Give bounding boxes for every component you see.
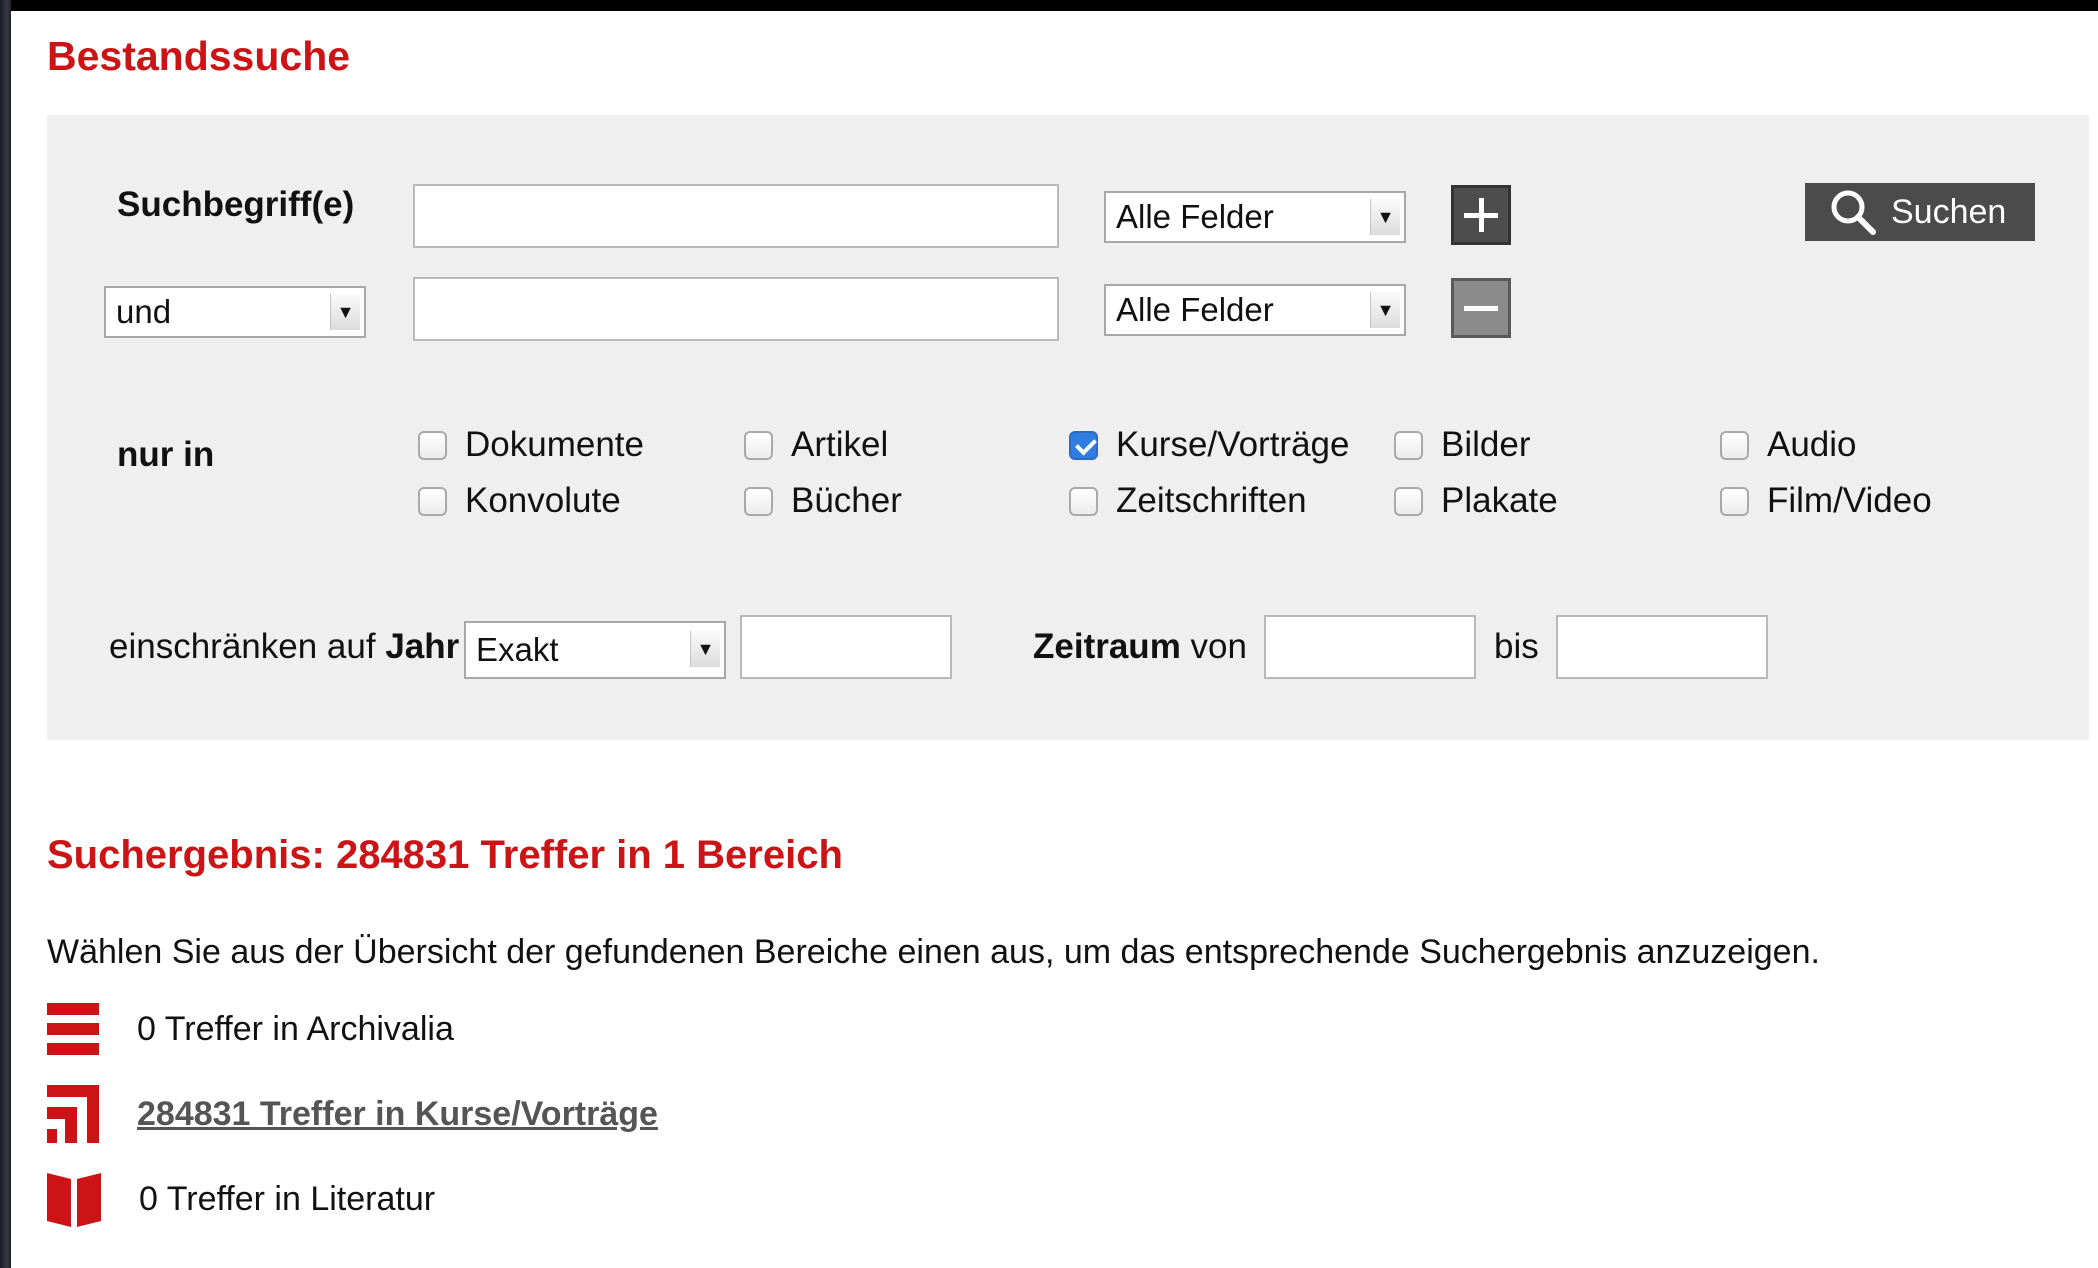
category-artikel[interactable]: Artikel	[744, 425, 888, 465]
results-intro: Wählen Sie aus der Übersicht der gefunde…	[47, 933, 1820, 971]
category-buecher[interactable]: Bücher	[744, 481, 902, 521]
category-label: Bücher	[791, 481, 902, 520]
field-select-2[interactable]: Alle Felder ▼	[1104, 284, 1406, 336]
operator-select-value: und	[116, 293, 172, 330]
book-icon	[47, 1173, 101, 1227]
plus-icon-vertical	[1478, 198, 1484, 232]
range-from-input[interactable]	[1264, 615, 1476, 679]
category-audio[interactable]: Audio	[1720, 425, 1857, 465]
result-area-archivalia: 0 Treffer in Archivalia	[47, 1001, 454, 1057]
field-select-1-value: Alle Felder	[1116, 198, 1274, 235]
year-mode-select[interactable]: Exakt ▼	[464, 621, 726, 679]
result-area-link[interactable]: 284831 Treffer in Kurse/Vorträge	[137, 1095, 658, 1134]
results-title: Suchergebnis: 284831 Treffer in 1 Bereic…	[47, 833, 843, 877]
category-dokumente[interactable]: Dokumente	[418, 425, 644, 465]
checkbox[interactable]	[1394, 430, 1423, 460]
minus-icon	[1464, 305, 1498, 311]
range-to-input[interactable]	[1556, 615, 1768, 679]
chevron-down-icon: ▼	[330, 294, 360, 330]
category-plakate[interactable]: Plakate	[1394, 481, 1558, 521]
chevron-down-icon: ▼	[1370, 292, 1400, 328]
checkbox[interactable]	[418, 430, 447, 460]
search-button[interactable]: Suchen	[1805, 183, 2035, 241]
category-label: Zeitschriften	[1116, 481, 1307, 520]
checkbox[interactable]	[744, 486, 773, 516]
year-label-bold: Jahr	[385, 627, 460, 666]
search-term-label: Suchbegriff(e)	[117, 185, 355, 224]
window-edge	[0, 0, 11, 1268]
category-label: Plakate	[1441, 481, 1558, 520]
range-label: Zeitraum von	[1033, 627, 1247, 667]
year-filter-label: einschränken auf Jahr	[109, 627, 459, 667]
category-label: Artikel	[791, 425, 889, 464]
range-label-to: bis	[1494, 627, 1539, 666]
filter-label: nur in	[117, 435, 215, 474]
category-zeitschriften[interactable]: Zeitschriften	[1069, 481, 1307, 521]
page: Bestandssuche Suchbegriff(e) Alle Felder…	[11, 11, 2098, 1268]
remove-row-button[interactable]	[1451, 278, 1511, 338]
category-label: Film/Video	[1767, 481, 1932, 520]
category-label: Bilder	[1441, 425, 1531, 464]
add-row-button[interactable]	[1451, 185, 1511, 245]
category-label: Dokumente	[465, 425, 644, 464]
field-select-1[interactable]: Alle Felder ▼	[1104, 191, 1406, 243]
checkbox[interactable]	[1720, 486, 1749, 516]
category-film-video[interactable]: Film/Video	[1720, 481, 1932, 521]
range-label-from: von	[1190, 627, 1247, 666]
checkbox[interactable]	[1069, 486, 1098, 516]
operator-select[interactable]: und ▼	[104, 286, 366, 338]
page-title: Bestandssuche	[47, 33, 351, 79]
search-panel: Suchbegriff(e) Alle Felder ▼ Suchen und …	[47, 115, 2089, 740]
checkbox[interactable]	[1394, 486, 1423, 516]
search-term-input-1[interactable]	[413, 184, 1059, 248]
year-input[interactable]	[740, 615, 952, 679]
chevron-down-icon: ▼	[690, 631, 720, 667]
result-area-label: 0 Treffer in Archivalia	[137, 1009, 454, 1048]
checkbox[interactable]	[744, 430, 773, 460]
year-mode-value: Exakt	[476, 631, 559, 668]
search-button-label: Suchen	[1891, 192, 2007, 231]
field-select-2-value: Alle Felder	[1116, 291, 1274, 328]
result-area-kurse-vortraege[interactable]: 284831 Treffer in Kurse/Vorträge	[47, 1085, 658, 1143]
chevron-down-icon: ▼	[1370, 199, 1400, 235]
checkbox[interactable]	[418, 486, 447, 516]
category-label: Audio	[1767, 425, 1857, 464]
category-label: Konvolute	[465, 481, 621, 520]
category-kurse-vortraege[interactable]: Kurse/Vorträge	[1069, 425, 1349, 465]
range-label-bold: Zeitraum	[1033, 627, 1181, 666]
year-label-prefix: einschränken auf	[109, 627, 376, 666]
checkbox[interactable]	[1720, 430, 1749, 460]
lectures-icon	[47, 1085, 99, 1143]
result-area-literatur: 0 Treffer in Literatur	[47, 1169, 435, 1229]
category-label: Kurse/Vorträge	[1116, 425, 1350, 464]
category-bilder[interactable]: Bilder	[1394, 425, 1530, 465]
category-konvolute[interactable]: Konvolute	[418, 481, 621, 521]
search-term-input-2[interactable]	[413, 277, 1059, 341]
result-area-label: 0 Treffer in Literatur	[139, 1179, 436, 1218]
archive-icon	[47, 1003, 99, 1055]
search-icon	[1831, 190, 1876, 235]
checkbox-checked[interactable]	[1069, 430, 1098, 460]
